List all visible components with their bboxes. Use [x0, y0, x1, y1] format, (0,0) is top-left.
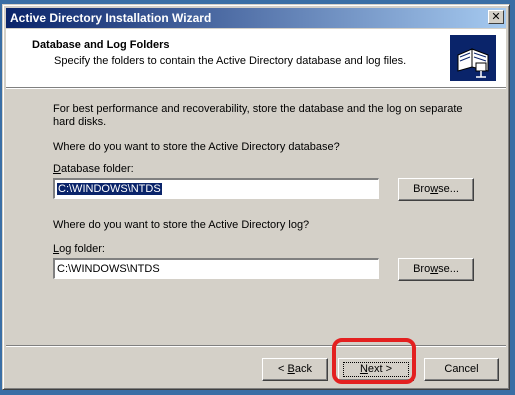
book-folders-icon — [450, 35, 496, 81]
intro-text: For best performance and recoverability,… — [53, 103, 463, 128]
title-bar[interactable]: Active Directory Installation Wizard ✕ — [6, 8, 506, 28]
db-folder-label: Database folder: — [53, 163, 134, 175]
browse-log-button[interactable]: Browse... — [398, 258, 474, 281]
log-label-rest: og folder: — [59, 243, 105, 255]
cancel-button[interactable]: Cancel — [424, 358, 499, 381]
log-folder-label: Log folder: — [53, 243, 105, 255]
browse-db-hotkey: w — [430, 183, 439, 195]
page-title: Database and Log Folders — [32, 39, 170, 51]
db-folder-input[interactable]: C:\WINDOWS\NTDS — [53, 178, 379, 199]
log-folder-value: C:\WINDOWS\NTDS — [57, 263, 160, 275]
wizard-window: Active Directory Installation Wizard ✕ D… — [2, 4, 510, 390]
wizard-header: Database and Log Folders Specify the fol… — [6, 29, 506, 88]
browse-db-post: se... — [438, 183, 459, 195]
back-button[interactable]: < Back — [262, 358, 328, 381]
db-question: Where do you want to store the Active Di… — [53, 141, 340, 153]
browse-log-post: se... — [438, 263, 459, 275]
close-icon: ✕ — [491, 11, 501, 23]
db-label-rest: atabase folder: — [60, 163, 134, 175]
log-question: Where do you want to store the Active Di… — [53, 219, 310, 231]
back-rest: ack — [294, 363, 312, 375]
browse-db-button[interactable]: Browse... — [398, 178, 474, 201]
back-arrow: < — [278, 363, 288, 375]
browse-db-pre: Bro — [413, 183, 431, 195]
db-label-hotkey: D — [53, 163, 61, 175]
browse-log-pre: Bro — [413, 263, 431, 275]
next-highlight-annotation — [332, 338, 416, 384]
header-divider — [6, 88, 506, 89]
db-folder-value: C:\WINDOWS\NTDS — [57, 183, 162, 195]
back-hotkey: B — [287, 363, 295, 375]
browse-log-hotkey: w — [430, 263, 439, 275]
footer-divider — [6, 345, 506, 347]
log-folder-input[interactable]: C:\WINDOWS\NTDS — [53, 258, 379, 279]
close-button[interactable]: ✕ — [488, 10, 504, 24]
page-subtitle: Specify the folders to contain the Activ… — [54, 55, 407, 67]
window-title: Active Directory Installation Wizard — [10, 11, 212, 25]
